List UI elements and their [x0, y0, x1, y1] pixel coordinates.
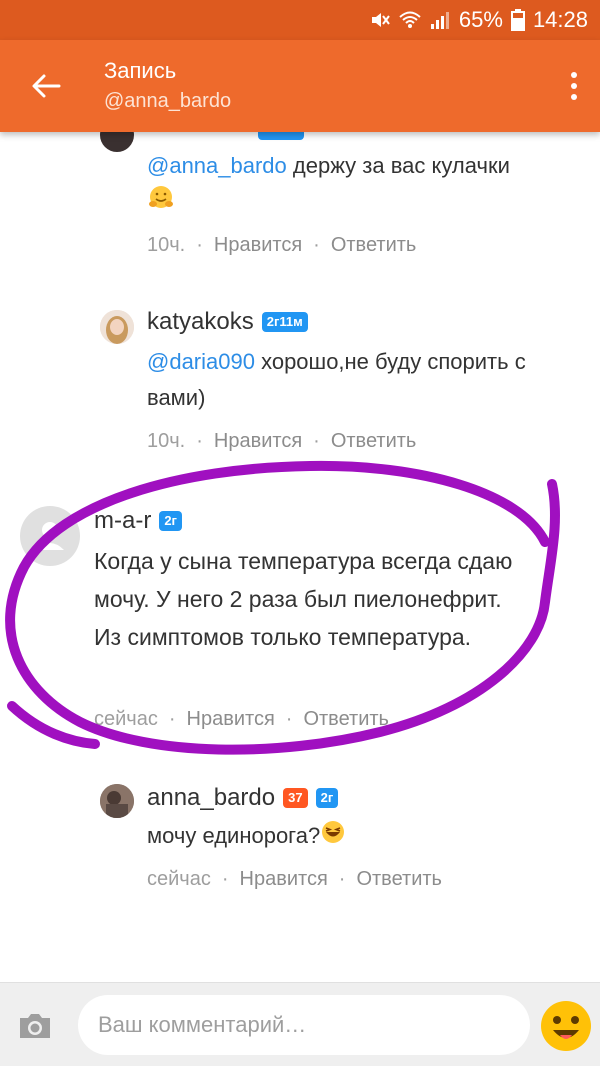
comment-meta: сейчас · Нравится · Ответить [94, 708, 389, 731]
mute-icon [369, 9, 391, 31]
smiley-icon[interactable] [540, 1000, 592, 1052]
camera-icon[interactable] [16, 1010, 54, 1042]
level-badge: 37 [283, 788, 308, 808]
back-button[interactable] [22, 66, 70, 106]
author-line: m-a-r 2г [94, 507, 182, 535]
default-avatar-icon [36, 522, 64, 550]
hug-emoji-icon [147, 184, 175, 223]
comment-meta: сейчас · Нравится · Ответить [147, 868, 442, 891]
page-title: Запись [104, 58, 177, 83]
mention-link[interactable]: @anna_bardo [147, 153, 287, 178]
avatar[interactable] [20, 506, 80, 566]
author-line: anna_bardo 37 2г [147, 784, 339, 812]
comment-time: сейчас [147, 868, 211, 890]
like-button[interactable]: Нравится [240, 868, 328, 891]
comment-meta: 10ч. · Нравится · Ответить [147, 430, 417, 453]
comment-input-bar: Ваш комментарий… [0, 982, 600, 1066]
user-badge [258, 132, 304, 140]
author-name[interactable]: m-a-r [94, 507, 151, 535]
comment-item: @anna_bardo держу за вас кулачки 10ч. · … [0, 132, 600, 272]
user-badge: 2г [315, 788, 339, 808]
clock: 14:28 [532, 7, 588, 32]
comment-text: @anna_bardo держу за вас кулачки [147, 148, 587, 223]
status-bar: 65% 14:28 [0, 0, 600, 40]
avatar[interactable] [100, 784, 134, 818]
battery-percent: 65% [458, 7, 503, 32]
comment-text: Когда у сына температура всегда сдаю моч… [94, 548, 513, 650]
app-bar: Запись @anna_bardo [0, 40, 600, 132]
comment-item: katyakoks 2г11м @daria090 хорошо,не буду… [0, 302, 600, 452]
wifi-icon [399, 10, 421, 30]
comment-time: 10ч. [147, 430, 186, 452]
comment-item: anna_bardo 37 2г мочу единорога? сейчас … [0, 778, 600, 908]
comment-text: @daria090 хорошо,не буду спорить с вами) [147, 349, 526, 410]
user-badge: 2г [159, 511, 182, 531]
back-arrow-icon [32, 74, 61, 98]
comment-text: мочу единорога? [147, 818, 587, 856]
laughing-emoji-icon [320, 819, 346, 856]
avatar[interactable] [100, 132, 134, 152]
mention-link[interactable]: @daria090 [147, 349, 255, 374]
comment-input[interactable]: Ваш комментарий… [78, 995, 530, 1055]
reply-button[interactable]: Ответить [356, 868, 442, 891]
like-button[interactable]: Нравится [187, 708, 275, 731]
author-line: katyakoks 2г11м [147, 308, 308, 336]
comment-item: m-a-r 2г Когда у сына температура всегда… [0, 504, 600, 734]
reply-button[interactable]: Ответить [331, 234, 417, 257]
status-icons: 65% 14:28 [369, 0, 600, 40]
more-vert-icon[interactable] [562, 66, 586, 106]
signal-icon [429, 10, 451, 30]
page-subtitle[interactable]: @anna_bardo [104, 90, 231, 113]
comments-list: @anna_bardo держу за вас кулачки 10ч. · … [0, 132, 600, 982]
author-name[interactable]: katyakoks [147, 308, 254, 336]
reply-button[interactable]: Ответить [303, 708, 389, 731]
comment-time: сейчас [94, 708, 158, 730]
like-button[interactable]: Нравится [214, 234, 302, 257]
avatar[interactable] [100, 310, 134, 344]
comment-time: 10ч. [147, 234, 186, 256]
author-name[interactable]: anna_bardo [147, 784, 275, 812]
battery-icon [510, 9, 525, 31]
reply-button[interactable]: Ответить [331, 430, 417, 453]
comment-meta: 10ч. · Нравится · Ответить [147, 234, 417, 257]
like-button[interactable]: Нравится [214, 430, 302, 453]
user-badge: 2г11м [261, 312, 308, 332]
